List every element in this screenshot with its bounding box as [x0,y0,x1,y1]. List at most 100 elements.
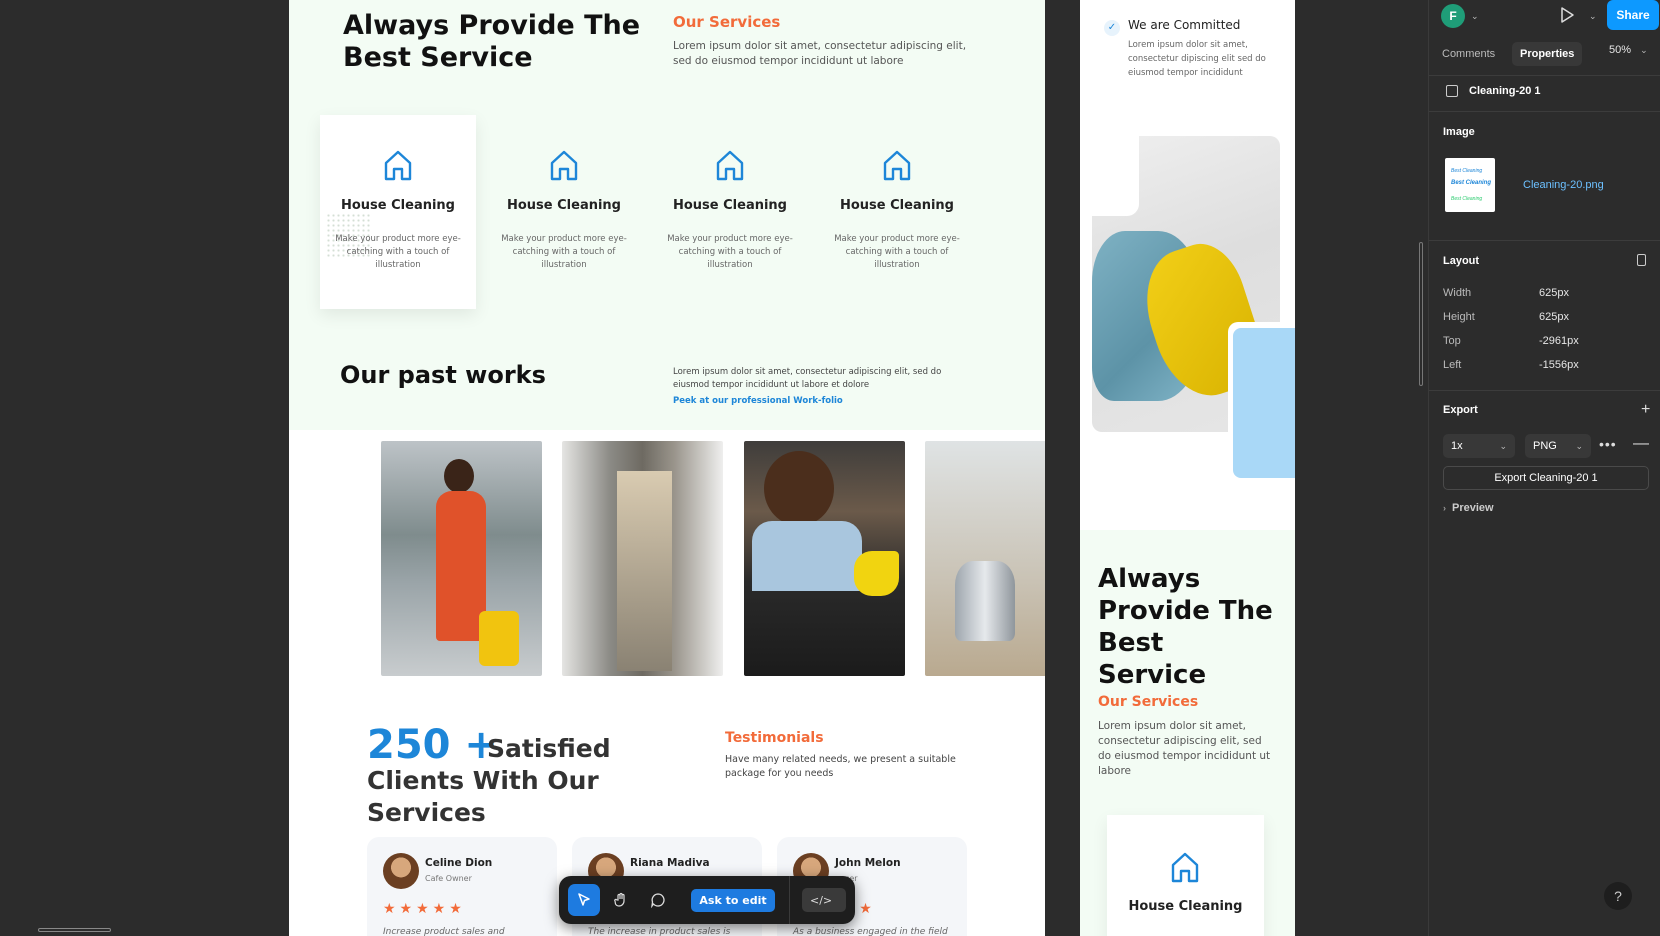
side-services-heading: Our Services [1098,694,1199,710]
layout-height-value[interactable]: 625px [1539,311,1569,323]
chevron-down-icon: ⌄ [1499,440,1507,451]
past-works-title: Our past works [340,361,546,389]
layout-section-title: Layout [1443,255,1480,267]
photo-detail [854,551,899,596]
card-title: House Cleaning [672,198,787,213]
services-heading: Our Services [673,13,781,31]
main-title: Always Provide The Best Service [343,10,641,73]
thumbnail-text: Best Cleaning [1451,168,1483,174]
share-button[interactable]: Share [1607,0,1659,30]
image-notch [1092,136,1139,216]
toolbar-divider [789,876,790,924]
service-card[interactable]: House Cleaning Make your product more ey… [819,115,975,309]
dev-mode-toggle[interactable]: </> [802,888,846,912]
house-icon [883,150,911,181]
chevron-down-icon: ⌄ [1640,45,1648,55]
photo-detail [764,451,834,526]
committed-description: Lorem ipsum dolor sit amet, consectetur … [1128,40,1266,78]
export-section-title: Export [1443,404,1478,416]
export-button[interactable]: Export Cleaning-20 1 [1443,466,1649,490]
past-works-description: Lorem ipsum dolor sit amet, consectetur … [673,367,942,390]
rating-stars: ★★★★★ [383,901,466,917]
house-icon [384,150,412,181]
chevron-right-icon: › [1443,503,1446,513]
card-description: Make your product more eye-catching with… [667,234,793,270]
layout-width-value[interactable]: 625px [1539,287,1569,299]
tab-comments[interactable]: Comments [1434,42,1503,66]
tab-properties[interactable]: Properties [1512,42,1583,66]
mobile-frame[interactable]: ✓ We are Committed Lorem ipsum dolor sit… [1080,0,1295,936]
clipboard-icon[interactable] [1637,254,1646,266]
testimonials-description: Have many related needs, we present a su… [725,754,956,779]
export-scale-select[interactable]: 1x ⌄ [1443,434,1515,458]
user-avatar[interactable]: F [1441,4,1465,28]
image-thumbnail[interactable]: Best Cleaning Best Cleaning Best Cleanin… [1445,158,1495,212]
chevron-down-icon[interactable]: ⌄ [1589,11,1597,22]
play-icon [1561,7,1574,23]
service-card[interactable]: House Cleaning Make your product more ey… [320,115,476,309]
divider [1429,111,1660,112]
layout-label: Top [1443,335,1461,347]
testimonial-quote: As a business engaged in the field [793,927,948,936]
export-format-select[interactable]: PNG ⌄ [1525,434,1591,458]
layer-name: Cleaning-20 1 [1469,85,1541,97]
layout-left-value[interactable]: -1556px [1539,359,1579,371]
main-frame[interactable]: Always Provide The Best Service Our Serv… [289,0,1045,936]
card-title: House Cleaning [506,198,621,213]
work-photo[interactable] [562,441,723,676]
horizontal-scrollbar[interactable] [38,928,111,932]
move-tool-button[interactable] [568,884,600,916]
hand-tool-button[interactable] [605,884,637,916]
image-accent-block [1233,328,1295,478]
services-description: Lorem ipsum dolor sit amet, consectetur … [673,40,967,67]
work-photo[interactable] [925,441,1045,676]
image-layer-icon [1446,85,1458,97]
testimonial-name: John Melon [835,857,901,869]
preview-toggle[interactable]: › Preview [1443,502,1494,514]
card-title: House Cleaning [839,198,954,213]
chevron-down-icon[interactable]: ⌄ [1471,11,1479,22]
properties-panel: F ⌄ ⌄ Share Comments Properties 50% ⌄ Cl… [1419,0,1660,936]
remove-export-icon[interactable]: — [1633,435,1649,453]
export-format-value: PNG [1533,440,1557,452]
testimonial-card[interactable]: Celine Dion Cafe Owner ★★★★★ Increase pr… [367,837,557,936]
zoom-level[interactable]: 50% ⌄ [1609,44,1648,56]
house-icon [550,150,578,181]
bottom-toolbar: Ask to edit </> [559,876,855,924]
divider [1429,75,1660,76]
photo-detail [444,459,474,493]
satisfied-text: Satisfied Clients With Our Services [367,734,611,827]
photo-detail [955,561,1015,641]
add-export-icon[interactable]: + [1641,401,1650,419]
check-icon: ✓ [1104,20,1120,36]
image-section-title: Image [1443,126,1475,138]
more-options-icon[interactable]: ••• [1599,436,1617,452]
house-icon [716,150,744,181]
ask-to-edit-button[interactable]: Ask to edit [691,889,775,912]
service-card[interactable]: House Cleaning Make your product more ey… [486,115,642,309]
layout-label: Left [1443,359,1462,371]
photo-detail [479,611,519,666]
present-button[interactable] [1559,6,1575,24]
side-service-card[interactable]: House Cleaning [1107,815,1264,936]
service-card[interactable]: House Cleaning Make your product more ey… [652,115,808,309]
comment-tool-button[interactable] [642,884,674,916]
avatar [383,853,419,889]
work-folio-link[interactable]: Peek at our professional Work-folio [673,396,843,406]
layout-label: Height [1443,311,1475,323]
house-icon [1171,852,1199,883]
thumbnail-text: Best Cleaning [1451,180,1492,186]
work-photo[interactable] [381,441,542,676]
image-file-link[interactable]: Cleaning-20.png [1523,179,1604,191]
work-photo[interactable] [744,441,905,676]
design-canvas[interactable]: Always Provide The Best Service Our Serv… [0,0,1428,936]
preview-label: Preview [1452,502,1494,514]
layout-top-value[interactable]: -2961px [1539,335,1579,347]
help-button[interactable]: ? [1604,882,1632,910]
vertical-scrollbar[interactable] [1419,242,1423,386]
card-description: Make your product more eye-catching with… [335,234,461,270]
comment-icon [651,893,665,908]
card-description: Make your product more eye-catching with… [834,234,960,270]
card-description: Make your product more eye-catching with… [501,234,627,270]
card-title: House Cleaning [1128,899,1243,914]
